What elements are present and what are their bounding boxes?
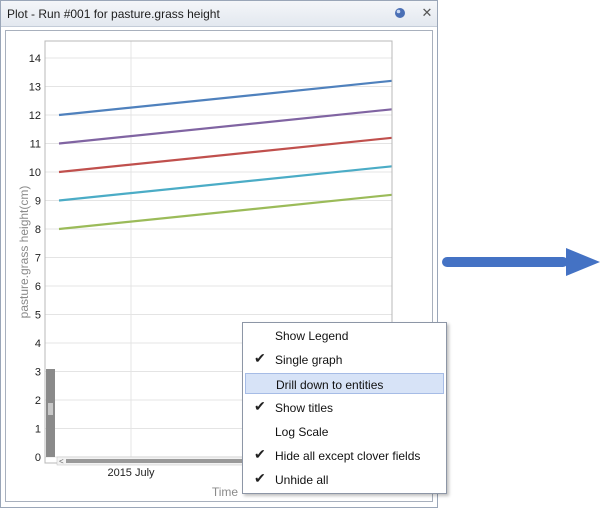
menu-item-label: Show titles — [275, 401, 334, 415]
menu-item[interactable]: Show Legend — [245, 325, 444, 346]
y-tick-label: 9 — [35, 196, 41, 208]
y-tick-label: 10 — [29, 167, 41, 179]
check-icon: ✔ — [254, 446, 266, 462]
menu-item[interactable]: ✔ Show titles — [245, 397, 444, 418]
arrow-right-icon — [442, 248, 600, 276]
menu-item[interactable]: ✔ Hide all except clover fields — [245, 445, 444, 466]
check-icon: ✔ — [254, 470, 266, 486]
y-axis-label: pasture.grass height(cm) — [17, 186, 31, 319]
pin-icon[interactable] — [394, 7, 406, 19]
y-tick-label: 5 — [35, 310, 41, 322]
series-line — [58, 193, 393, 231]
series-line — [58, 136, 393, 174]
menu-item[interactable]: Drill down to entities — [245, 373, 444, 394]
menu-item[interactable]: ✔ Unhide all — [245, 469, 444, 490]
y-tick-label: 6 — [35, 281, 41, 293]
y-tick-label: 0 — [35, 452, 41, 464]
menu-item-label: Single graph — [275, 353, 343, 367]
y-tick-label: 8 — [35, 224, 41, 236]
series-line — [58, 108, 393, 145]
y-tick-label: 3 — [35, 367, 41, 379]
menu-item-label: Unhide all — [275, 473, 329, 487]
close-icon[interactable]: ✕ — [420, 6, 434, 20]
y-tick-label: 12 — [29, 110, 41, 122]
series-line — [58, 165, 393, 202]
context-menu: Show Legend ✔ Single graph Drill down to en… — [242, 322, 447, 494]
y-tick-label: 2 — [35, 395, 41, 407]
menu-item-label: Log Scale — [275, 425, 329, 439]
menu-item[interactable]: ✔ Single graph — [245, 349, 444, 370]
vertical-scrollbar-grip[interactable] — [48, 403, 53, 415]
window-title: Plot - Run #001 for pasture.grass height — [7, 7, 220, 21]
y-tick-label: 11 — [30, 139, 41, 151]
menu-item-label: Drill down to entities — [276, 378, 384, 392]
y-tick-label: 1 — [35, 424, 41, 436]
menu-item[interactable]: Log Scale — [245, 421, 444, 442]
horizontal-scrollbar-thumb[interactable] — [66, 459, 242, 463]
title-bar: Plot - Run #001 for pasture.grass height… — [1, 1, 437, 27]
check-icon: ✔ — [254, 398, 266, 414]
series-line — [58, 79, 393, 117]
y-tick-label: 13 — [29, 82, 41, 94]
x-axis-label: Time — [212, 485, 239, 499]
scroll-left-icon[interactable]: < — [59, 457, 64, 466]
check-icon: ✔ — [254, 350, 266, 366]
y-tick-label: 14 — [29, 53, 41, 65]
y-tick-label: 7 — [35, 253, 41, 265]
menu-item-label: Hide all except clover fields — [275, 449, 421, 463]
y-tick-label: 4 — [35, 338, 41, 350]
x-tick-label: 2015 July — [107, 467, 155, 479]
menu-item-label: Show Legend — [275, 329, 349, 343]
